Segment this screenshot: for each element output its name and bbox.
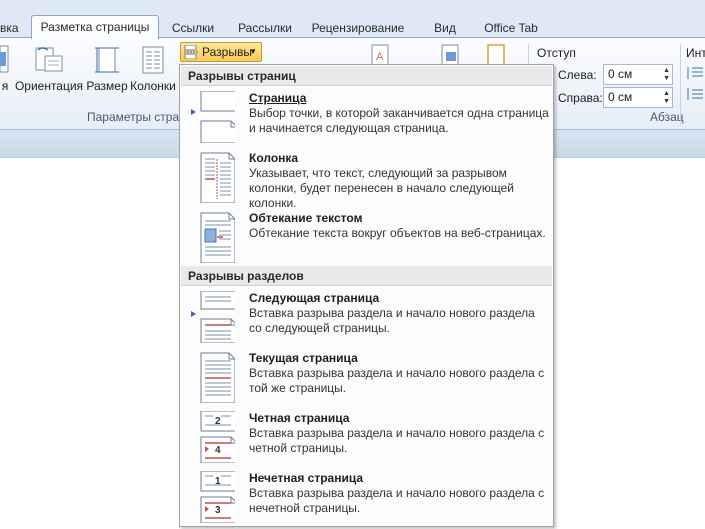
- tab-mailings[interactable]: Рассылки: [232, 18, 298, 38]
- indent-left-label: Слева:: [558, 68, 597, 82]
- page-break-desc: Выбор точки, в которой заканчивается одн…: [249, 106, 549, 135]
- text-wrapping-icon: [200, 212, 235, 263]
- ribbon-tab-bar: вка Разметка страницы Ссылки Рассылки Ре…: [0, 0, 705, 39]
- page-break-icon: [191, 91, 235, 143]
- column-break-title: Колонка: [249, 151, 299, 165]
- spin-up-icon[interactable]: ▲: [663, 67, 670, 75]
- even-page-desc: Вставка разрыва раздела и начало нового …: [249, 426, 545, 455]
- even-page-icon: 2 4: [200, 411, 235, 463]
- next-page-title: Следующая страница: [249, 291, 380, 305]
- indent-right-label: Справа:: [558, 91, 603, 105]
- tab-insert[interactable]: вка: [0, 18, 19, 38]
- paragraph-group-label: Абзац: [650, 110, 684, 124]
- page-breaks-header: Разрывы страниц: [181, 66, 552, 86]
- spacing-title: Инт: [686, 46, 705, 60]
- svg-text:A: A: [376, 51, 384, 63]
- odd-page-badge-bottom: 3: [215, 505, 221, 516]
- indent-left-input[interactable]: 0 см ▲ ▼: [603, 64, 673, 85]
- spin-down-icon[interactable]: ▼: [663, 75, 670, 83]
- tab-page-layout[interactable]: Разметка страницы: [31, 15, 159, 39]
- indent-left-value: 0 см: [608, 67, 633, 81]
- spin-down-icon[interactable]: ▼: [663, 98, 670, 106]
- breaks-button[interactable]: Разрывы ▼: [180, 42, 262, 62]
- columns-button[interactable]: Колонки: [129, 44, 177, 93]
- size-label: Размер: [86, 79, 128, 93]
- menu-item-page-break[interactable]: Страница Выбор точки, в которой заканчив…: [181, 89, 552, 147]
- margins-button[interactable]: я: [0, 44, 10, 93]
- columns-icon: [142, 46, 164, 74]
- orientation-label: Ориентация: [14, 79, 84, 93]
- breaks-dropdown-menu: Разрывы страниц Страница Выбор точки, в …: [179, 64, 554, 527]
- columns-label: Колонки: [130, 79, 176, 93]
- menu-item-column-break[interactable]: Колонка Указывает, что текст, следующий …: [181, 149, 552, 210]
- menu-item-text-wrapping[interactable]: Обтекание текстом Обтекание текста вокру…: [181, 209, 552, 267]
- page-color-icon: [441, 44, 459, 66]
- page-borders-icon: [487, 44, 505, 66]
- size-button[interactable]: Размер: [86, 44, 128, 93]
- spacing-icon: [687, 67, 703, 100]
- watermark-icon: A: [371, 44, 389, 66]
- menu-item-continuous[interactable]: Текущая страница Вставка разрыва раздела…: [181, 349, 552, 407]
- next-page-icon: [191, 291, 235, 343]
- ribbon-separator: [680, 44, 681, 124]
- indent-title: Отступ: [537, 46, 576, 60]
- text-wrapping-desc: Обтекание текста вокруг объектов на веб-…: [249, 226, 546, 240]
- orientation-icon: [35, 47, 63, 72]
- menu-item-even-page[interactable]: 2 4 Четная страница Вставка разрыва разд…: [181, 409, 552, 467]
- odd-page-badge-top: 1: [215, 476, 221, 487]
- continuous-icon: [200, 352, 235, 403]
- even-page-title: Четная страница: [249, 411, 350, 425]
- column-break-desc: Указывает, что текст, следующий за разры…: [249, 166, 514, 210]
- column-break-icon: [200, 152, 235, 203]
- orientation-button[interactable]: Ориентация: [14, 44, 84, 93]
- breaks-label: Разрывы: [202, 45, 252, 59]
- margins-label: я: [1, 79, 9, 93]
- tab-view[interactable]: Вид: [428, 18, 462, 38]
- odd-page-icon: 1 3: [200, 471, 235, 523]
- even-page-badge-bottom: 4: [215, 445, 221, 456]
- odd-page-title: Нечетная страница: [249, 471, 364, 485]
- section-breaks-header: Разрывы разделов: [181, 266, 552, 286]
- page-setup-group-label: Параметры стран: [87, 110, 186, 124]
- text-wrapping-title: Обтекание текстом: [249, 211, 363, 225]
- tab-references[interactable]: Ссылки: [166, 18, 220, 38]
- continuous-title: Текущая страница: [249, 351, 358, 365]
- page-break-title: Страница: [249, 91, 307, 105]
- indent-right-input[interactable]: 0 см ▲ ▼: [603, 87, 673, 108]
- next-page-desc: Вставка разрыва раздела и начало нового …: [249, 306, 535, 335]
- menu-item-odd-page[interactable]: 1 3 Нечетная страница Вставка разрыва ра…: [181, 469, 552, 527]
- menu-item-next-page[interactable]: Следующая страница Вставка разрыва разде…: [181, 289, 552, 347]
- even-page-badge-top: 2: [215, 416, 221, 427]
- indent-right-value: 0 см: [608, 90, 633, 104]
- margins-icon: [0, 45, 9, 73]
- chevron-down-icon: ▼: [249, 47, 257, 56]
- spin-up-icon[interactable]: ▲: [663, 90, 670, 98]
- odd-page-desc: Вставка разрыва раздела и начало нового …: [249, 486, 545, 515]
- page-size-icon: [95, 47, 119, 73]
- continuous-desc: Вставка разрыва раздела и начало нового …: [249, 366, 545, 395]
- tab-review[interactable]: Рецензирование: [306, 18, 410, 38]
- breaks-icon: [184, 45, 198, 59]
- tab-office-tab[interactable]: Office Tab: [478, 18, 544, 38]
